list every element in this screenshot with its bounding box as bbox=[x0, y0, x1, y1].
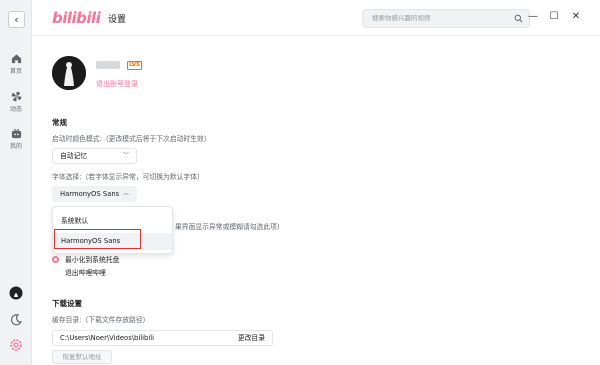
sidebar-item-label: 首页 bbox=[9, 68, 22, 75]
sidebar-item-label: 动态 bbox=[9, 106, 22, 113]
color-mode-label: 启动时颜色模式:（更改模式后将于下次启动时生效） bbox=[52, 135, 211, 143]
cache-path-value: C:\Users\Noer\Videos\bilibili bbox=[60, 334, 154, 342]
close-button[interactable]: ✕ bbox=[570, 11, 582, 23]
close-option-tray[interactable]: 最小化到系统托盘 bbox=[52, 254, 119, 264]
bilibili-logo: bilibili bbox=[52, 9, 101, 27]
hidden-option-text: 果界面显示异常或模糊请勾选此项) bbox=[175, 223, 280, 231]
sidebar-item-home[interactable]: 首页 bbox=[0, 53, 32, 75]
search-input[interactable]: 搜索你感兴趣的视频 bbox=[362, 9, 530, 28]
home-icon bbox=[11, 54, 21, 64]
cache-dir-label: 缓存目录:（下载文件存放路径） bbox=[52, 316, 150, 324]
sidebar-item-dynamic[interactable]: 动态 bbox=[0, 91, 32, 113]
page-title: 设置 bbox=[108, 15, 127, 25]
radio-checked-icon[interactable] bbox=[52, 256, 59, 263]
maximize-button[interactable]: ☐ bbox=[548, 11, 560, 23]
color-mode-select[interactable]: 自动记忆 ﹀ bbox=[52, 148, 137, 164]
search-placeholder: 搜索你感兴趣的视频 bbox=[372, 14, 431, 22]
settings-gear-icon[interactable] bbox=[9, 338, 23, 352]
close-option-label: 退出哔哩哔哩 bbox=[65, 269, 106, 277]
theme-moon-icon[interactable] bbox=[9, 313, 23, 327]
search-icon[interactable] bbox=[514, 14, 523, 23]
avatar[interactable] bbox=[52, 56, 86, 90]
color-mode-value: 自动记忆 bbox=[60, 152, 88, 160]
logout-link[interactable]: 退出账号登录 bbox=[96, 79, 138, 89]
title-bar: bilibili 设置 搜索你感兴趣的视频 — ☐ ✕ bbox=[32, 0, 600, 36]
username-blurred bbox=[96, 61, 120, 69]
sidebar-item-mine[interactable]: 我的 bbox=[0, 128, 32, 150]
section-title-download: 下载设置 bbox=[52, 299, 82, 308]
chevron-down-icon: ﹀ bbox=[122, 152, 129, 159]
sidebar: ‹ 首页 动态 我的 bbox=[0, 0, 32, 365]
close-option-exit[interactable]: 退出哔哩哔哩 bbox=[52, 267, 106, 277]
tv-icon bbox=[11, 128, 21, 139]
chevron-up-icon: ︿ bbox=[122, 190, 129, 197]
avatar-icon[interactable] bbox=[9, 286, 23, 300]
level-badge: LV5 bbox=[127, 61, 142, 70]
minimize-button[interactable]: — bbox=[527, 11, 539, 23]
font-label: 字体选择:（若字体显示异常，可切换为默认字体） bbox=[52, 173, 204, 181]
section-title-general: 常规 bbox=[52, 118, 67, 127]
sidebar-item-label: 我的 bbox=[9, 143, 22, 150]
back-button[interactable]: ‹ bbox=[8, 11, 25, 28]
highlight-box bbox=[54, 229, 141, 249]
avatar-image bbox=[52, 56, 86, 90]
radio-unchecked-icon[interactable] bbox=[52, 269, 59, 276]
font-select[interactable]: HarmonyOS Sans ︿ bbox=[52, 186, 137, 202]
pinwheel-icon bbox=[11, 91, 21, 102]
change-dir-button[interactable]: 更改目录 bbox=[238, 331, 265, 345]
close-option-label: 最小化到系统托盘 bbox=[65, 256, 120, 264]
reset-path-button[interactable]: 恢复默认地址 bbox=[52, 350, 112, 364]
cache-path-input[interactable]: C:\Users\Noer\Videos\bilibili 更改目录 bbox=[52, 330, 273, 346]
font-option-system[interactable]: 系统默认 bbox=[53, 213, 172, 230]
font-value: HarmonyOS Sans bbox=[60, 190, 120, 198]
